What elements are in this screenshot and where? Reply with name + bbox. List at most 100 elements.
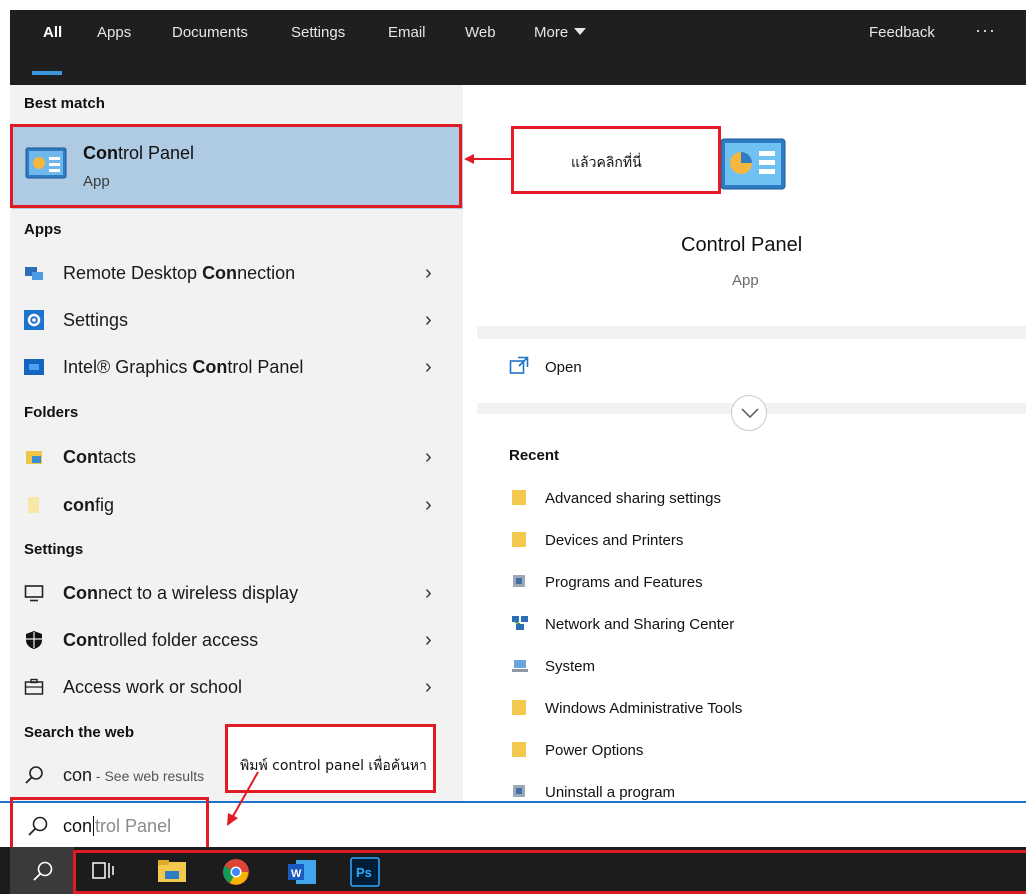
result-wireless-display[interactable]: Connect to a wireless display › <box>10 570 463 616</box>
result-label: Settings <box>63 310 128 331</box>
label-pre: Settings <box>63 310 129 330</box>
result-label: Connect to a wireless display <box>63 583 298 604</box>
tab-web[interactable]: Web <box>465 24 496 41</box>
result-config[interactable]: config › <box>10 482 463 528</box>
label-post: nect to a wireless display <box>98 583 299 603</box>
detail-app-title: Control Panel <box>681 234 803 256</box>
chevron-down-icon <box>741 408 759 418</box>
annotation-box-best-match <box>10 124 462 208</box>
label-match: Con <box>63 583 98 603</box>
expand-button[interactable] <box>731 395 767 431</box>
label-post: tacts <box>98 447 137 467</box>
annotation-click-here: แล้วคลิกที่นี่ <box>511 126 721 194</box>
programs-features-icon <box>513 785 525 797</box>
recent-item[interactable]: Devices and Printers <box>545 532 683 549</box>
chevron-right-icon[interactable]: › <box>425 676 432 699</box>
section-best-match: Best match <box>24 95 105 112</box>
result-label: Remote Desktop Connection <box>63 263 295 284</box>
active-tab-indicator <box>32 71 62 75</box>
tab-more-label: More <box>534 24 569 41</box>
result-controlled-folder-access[interactable]: Controlled folder access › <box>10 617 463 663</box>
web-suffix: - See web results <box>92 768 205 784</box>
detail-app-subtitle: App <box>732 272 759 289</box>
recent-item[interactable]: Windows Administrative Tools <box>545 700 742 717</box>
recent-item[interactable]: Programs and Features <box>545 574 703 591</box>
caret-down-icon <box>574 28 587 35</box>
arrow-down-left-icon <box>227 771 259 826</box>
tab-settings[interactable]: Settings <box>291 24 345 41</box>
annotation-box-search <box>10 797 209 854</box>
label-pre: Intel® Graphics <box>63 357 193 377</box>
chevron-right-icon[interactable]: › <box>425 356 432 379</box>
label-match: Con <box>202 263 238 283</box>
result-remote-desktop[interactable]: Remote Desktop Connection › <box>10 250 463 296</box>
label-post: trol Panel <box>227 357 304 377</box>
folder-icon <box>512 490 526 505</box>
chevron-right-icon[interactable]: › <box>425 582 432 605</box>
folder-icon <box>512 532 526 547</box>
network-icon <box>512 616 528 630</box>
tab-documents[interactable]: Documents <box>172 24 248 41</box>
chevron-right-icon[interactable]: › <box>425 446 432 469</box>
label-match: Con <box>63 447 98 467</box>
result-settings[interactable]: Settings › <box>10 297 463 343</box>
result-access-work-school[interactable]: Access work or school › <box>10 664 463 710</box>
result-label: Controlled folder access <box>63 630 258 651</box>
label-match: Con <box>63 630 98 650</box>
label-match: con <box>63 495 96 515</box>
scope-tabs-bar <box>10 10 1026 85</box>
section-folders: Folders <box>24 404 79 421</box>
chevron-right-icon[interactable]: › <box>425 309 432 332</box>
programs-features-icon <box>513 575 525 587</box>
tab-all[interactable]: All <box>43 24 62 41</box>
section-settings: Settings <box>24 541 84 558</box>
folder-icon <box>512 742 526 757</box>
more-options-icon[interactable]: ··· <box>975 20 996 41</box>
folder-icon <box>28 497 39 513</box>
arrow-left-icon <box>464 154 511 164</box>
annotation-type-text: พิมพ์ control panel เพื่อค้นหา <box>240 758 427 774</box>
result-contacts[interactable]: Contacts › <box>10 434 463 480</box>
result-label: config <box>63 495 114 516</box>
section-apps: Apps <box>24 221 62 238</box>
result-label: Intel® Graphics Control Panel <box>63 357 303 378</box>
chevron-right-icon[interactable]: › <box>425 629 432 652</box>
result-label: Access work or school <box>63 677 242 698</box>
search-icon <box>25 766 43 784</box>
label-match: Con <box>192 357 228 377</box>
chevron-right-icon[interactable]: › <box>425 494 432 517</box>
label-post: trolled folder access <box>98 630 259 650</box>
label-post: fig <box>95 495 115 515</box>
briefcase-icon <box>24 678 44 695</box>
recent-item[interactable]: System <box>545 658 595 675</box>
label-pre: Access work or school <box>63 677 243 697</box>
system-icon <box>512 660 528 672</box>
section-search-web: Search the web <box>24 724 135 741</box>
tab-apps[interactable]: Apps <box>97 24 131 41</box>
taskbar-search-button[interactable] <box>10 847 74 894</box>
intel-graphics-icon <box>24 359 44 375</box>
annotation-click-text: แล้วคลิกที่นี่ <box>571 155 642 171</box>
recent-item[interactable]: Network and Sharing Center <box>545 616 734 633</box>
result-label: Contacts <box>63 447 136 468</box>
annotation-box-taskbar <box>73 850 1026 894</box>
feedback-link[interactable]: Feedback <box>869 24 935 41</box>
settings-gear-icon <box>24 310 44 330</box>
recent-item[interactable]: Power Options <box>545 742 643 759</box>
control-panel-large-icon <box>720 138 786 190</box>
search-icon <box>33 861 53 881</box>
result-label: con - See web results <box>63 765 204 786</box>
recent-heading: Recent <box>509 447 560 464</box>
label-pre: Remote Desktop <box>63 263 203 283</box>
web-query: con <box>63 765 93 785</box>
chevron-right-icon[interactable]: › <box>425 262 432 285</box>
result-intel-graphics[interactable]: Intel® Graphics Control Panel › <box>10 344 463 390</box>
open-icon <box>509 356 529 374</box>
recent-item[interactable]: Advanced sharing settings <box>545 490 721 507</box>
open-label: Open <box>545 359 582 376</box>
label-post: nection <box>237 263 296 283</box>
contacts-folder-icon <box>26 451 42 464</box>
recent-item[interactable]: Uninstall a program <box>545 784 675 801</box>
tab-email[interactable]: Email <box>388 24 426 41</box>
tab-more[interactable]: More <box>534 24 587 41</box>
